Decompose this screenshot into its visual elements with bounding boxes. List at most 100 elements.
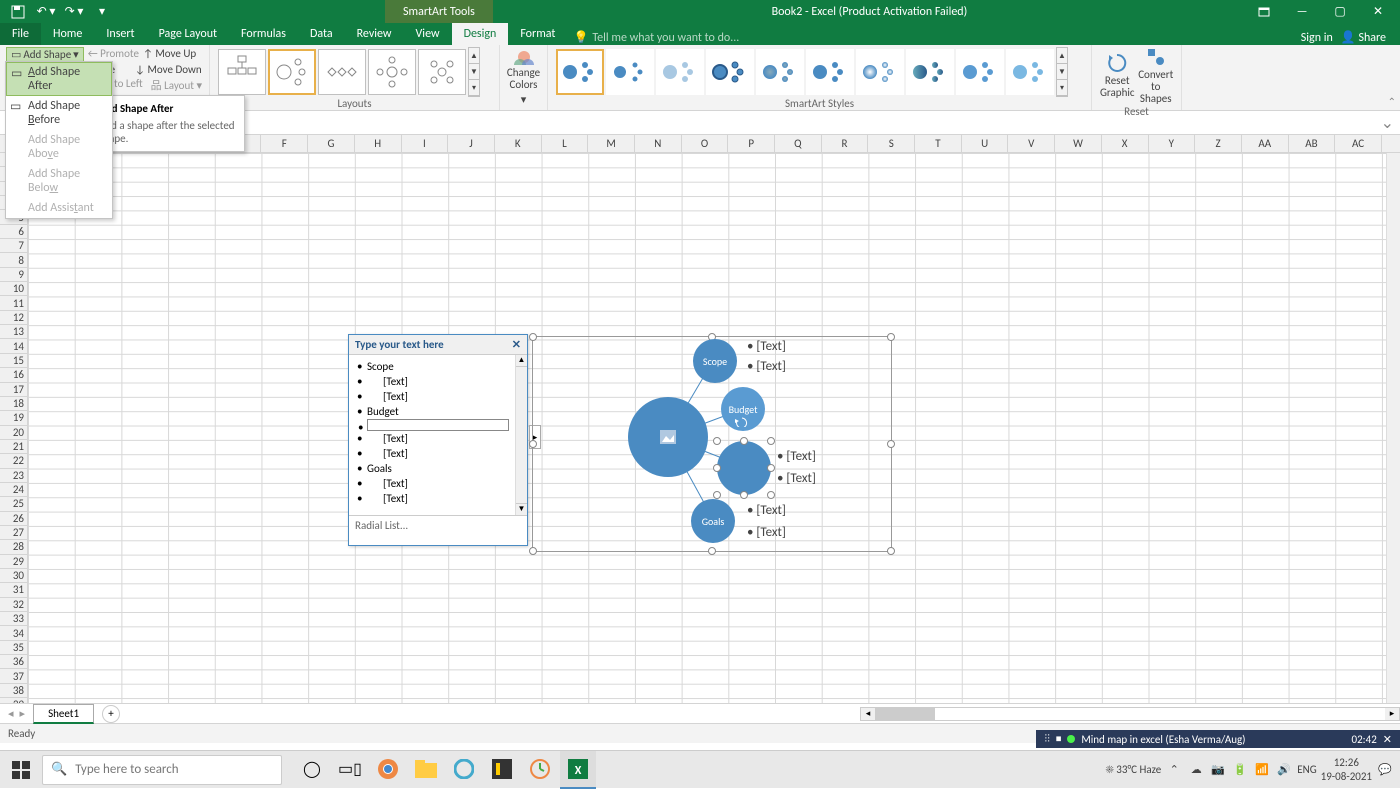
style-option-4[interactable] <box>706 49 754 95</box>
smartart-center-node[interactable] <box>628 397 708 477</box>
undo-button[interactable]: ↶ ▾ <box>34 2 58 22</box>
style-option-1[interactable] <box>556 49 604 95</box>
column-header[interactable]: H <box>355 135 402 152</box>
row-header[interactable]: 12 <box>0 311 27 325</box>
tab-format[interactable]: Format <box>508 23 567 45</box>
style-option-7[interactable] <box>856 49 904 95</box>
row-header[interactable]: 38 <box>0 684 27 698</box>
smartart-node-goals[interactable]: Goals <box>691 499 735 543</box>
smartart-bullet[interactable]: • [Text] <box>777 449 816 464</box>
text-pane-item[interactable] <box>367 419 509 431</box>
language-indicator[interactable]: ENG <box>1297 763 1316 776</box>
row-header[interactable]: 39 <box>0 698 27 703</box>
column-header[interactable]: N <box>635 135 682 152</box>
row-header[interactable]: 31 <box>0 583 27 597</box>
meet-now-icon[interactable]: 📷 <box>1209 763 1227 776</box>
text-pane-footer[interactable]: Radial List... <box>349 515 527 535</box>
battery-icon[interactable]: 🔋 <box>1231 763 1249 776</box>
text-pane-item[interactable]: Goals <box>367 461 523 476</box>
convert-button[interactable]: Convert to Shapes <box>1137 47 1176 105</box>
tab-page-layout[interactable]: Page Layout <box>147 23 229 45</box>
column-header[interactable]: V <box>1008 135 1055 152</box>
column-header[interactable]: K <box>495 135 542 152</box>
sheet-nav[interactable]: ◂▸ <box>0 707 33 720</box>
app-icon-3[interactable] <box>522 751 558 789</box>
tray-chevron-icon[interactable]: ⌃ <box>1165 763 1183 776</box>
layouts-gallery-scroll[interactable]: ▲▼▾ <box>468 47 480 97</box>
text-pane-item[interactable]: [Text] <box>367 446 523 461</box>
column-header[interactable]: T <box>915 135 962 152</box>
column-header[interactable]: S <box>868 135 915 152</box>
row-header[interactable]: 6 <box>0 225 27 239</box>
formula-input[interactable] <box>50 111 1375 134</box>
column-header[interactable]: P <box>728 135 775 152</box>
column-header[interactable]: W <box>1055 135 1102 152</box>
add-shape-after-item[interactable]: ▭ Add Shape After <box>6 62 112 96</box>
sheet-tab-1[interactable]: Sheet1 <box>33 704 94 724</box>
column-header[interactable]: J <box>448 135 495 152</box>
row-header[interactable]: 37 <box>0 669 27 683</box>
row-header[interactable]: 36 <box>0 655 27 669</box>
row-header[interactable]: 15 <box>0 354 27 368</box>
app-icon-1[interactable] <box>446 751 482 789</box>
vertical-scrollbar[interactable] <box>1386 153 1400 703</box>
chrome-icon[interactable] <box>370 751 406 789</box>
app-icon-2[interactable] <box>484 751 520 789</box>
text-pane-close-icon[interactable]: ✕ <box>512 338 521 351</box>
smartart-bullet[interactable]: • [Text] <box>777 471 816 486</box>
promote-button[interactable]: ← Promote <box>88 47 139 62</box>
text-pane-scrollbar[interactable]: ▲ ▼ <box>515 355 527 515</box>
row-header[interactable]: 25 <box>0 497 27 511</box>
tab-design[interactable]: Design <box>452 23 509 45</box>
layout-option-1[interactable] <box>218 49 266 95</box>
column-header[interactable]: X <box>1102 135 1149 152</box>
column-header[interactable]: R <box>822 135 869 152</box>
text-pane-item[interactable]: [Text] <box>367 491 523 506</box>
add-shape-before-item[interactable]: ▭ Add Shape Before <box>6 96 112 130</box>
recording-close-icon[interactable]: ✕ <box>1383 733 1392 746</box>
tab-formulas[interactable]: Formulas <box>229 23 298 45</box>
row-header[interactable]: 8 <box>0 253 27 267</box>
change-colors-button[interactable]: Change Colors ▾ <box>500 45 548 110</box>
row-header[interactable]: 23 <box>0 469 27 483</box>
row-header[interactable]: 29 <box>0 555 27 569</box>
tab-insert[interactable]: Insert <box>94 23 146 45</box>
column-header[interactable]: Q <box>775 135 822 152</box>
row-header[interactable]: 9 <box>0 268 27 282</box>
file-explorer-icon[interactable] <box>408 751 444 789</box>
qat-customize[interactable]: ▾ <box>90 2 114 22</box>
row-header[interactable]: 16 <box>0 368 27 382</box>
smartart-bullet[interactable]: • [Text] <box>747 503 786 518</box>
style-option-2[interactable] <box>606 49 654 95</box>
smartart-bullet[interactable]: • [Text] <box>747 359 786 374</box>
onedrive-icon[interactable]: ☁ <box>1187 763 1205 776</box>
row-header[interactable]: 28 <box>0 540 27 554</box>
style-option-10[interactable] <box>1006 49 1054 95</box>
row-header[interactable]: 14 <box>0 339 27 353</box>
row-header[interactable]: 33 <box>0 612 27 626</box>
horizontal-scrollbar[interactable]: ◂▸ <box>860 707 1400 721</box>
row-header[interactable]: 7 <box>0 239 27 253</box>
row-header[interactable]: 13 <box>0 325 27 339</box>
excel-taskbar-icon[interactable]: X <box>560 751 596 789</box>
share-button[interactable]: 👤 Share <box>1341 30 1386 45</box>
taskbar-search[interactable]: 🔍 Type here to search <box>42 755 282 785</box>
ribbon-display-options[interactable] <box>1246 0 1282 23</box>
save-button[interactable] <box>6 2 30 22</box>
column-header[interactable]: AA <box>1242 135 1289 152</box>
add-sheet-button[interactable]: + <box>102 705 120 723</box>
row-header[interactable]: 30 <box>0 569 27 583</box>
column-header[interactable]: O <box>682 135 729 152</box>
recording-stop-icon[interactable]: ⏹ <box>1056 732 1062 746</box>
row-header[interactable]: 20 <box>0 426 27 440</box>
layout-option-2[interactable] <box>268 49 316 95</box>
smartart-bullet[interactable]: • [Text] <box>747 525 786 540</box>
styles-gallery-scroll[interactable]: ▲▼▾ <box>1056 47 1068 97</box>
text-pane-item[interactable]: [Text] <box>367 374 523 389</box>
smartart-node-budget[interactable]: Budget <box>721 387 765 431</box>
text-pane-body[interactable]: Scope[Text][Text]Budget[Text][Text]Goals… <box>349 355 527 515</box>
move-down-button[interactable]: ↓ Move Down <box>135 63 202 76</box>
cortana-icon[interactable]: ◯ <box>294 751 330 789</box>
minimize-button[interactable]: — <box>1284 0 1320 23</box>
row-header[interactable]: 17 <box>0 383 27 397</box>
